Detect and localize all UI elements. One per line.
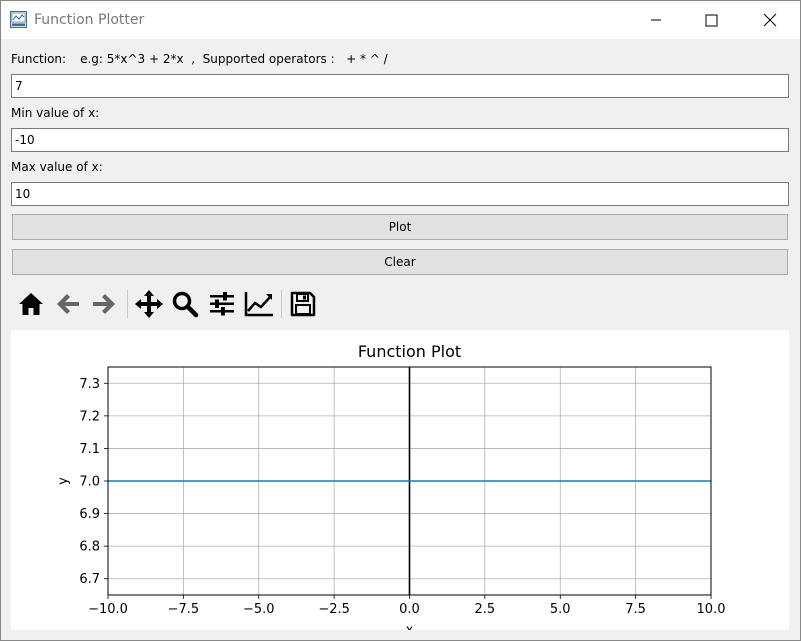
- pan-button[interactable]: [133, 288, 165, 320]
- x-tick-label: 5.0: [550, 602, 571, 617]
- clear-button[interactable]: Clear: [12, 249, 788, 275]
- max-x-input[interactable]: 10: [11, 182, 789, 206]
- minimize-button[interactable]: [627, 1, 685, 39]
- function-hint: e.g: 5*x^3 + 2*x , Supported operators :…: [80, 52, 388, 66]
- toolbar-separator: [127, 290, 128, 318]
- window-title: Function Plotter: [34, 12, 145, 28]
- y-tick-label: 7.2: [79, 409, 100, 424]
- x-tick-label: 2.5: [475, 602, 496, 617]
- minimize-icon: [651, 19, 661, 21]
- y-tick-label: 7.3: [79, 377, 100, 392]
- edit-axis-icon: [244, 292, 273, 317]
- close-button[interactable]: [741, 1, 799, 39]
- chart-title: Function Plot: [358, 342, 461, 361]
- min-x-input[interactable]: -10: [11, 128, 789, 152]
- title-bar[interactable]: Function Plotter: [1, 1, 800, 39]
- x-tick-label: 7.5: [625, 602, 646, 617]
- y-tick-label: 6.7: [79, 572, 100, 587]
- back-button[interactable]: [52, 288, 84, 320]
- navigation-toolbar: [11, 284, 316, 322]
- x-tick-label: 10.0: [697, 602, 726, 617]
- max-x-label: Max value of x:: [11, 160, 103, 174]
- y-tick-label: 7.0: [79, 475, 100, 490]
- min-x-label: Min value of x:: [11, 106, 100, 120]
- x-tick-label: −10.0: [88, 602, 128, 617]
- maximize-icon: [705, 14, 717, 26]
- close-icon: [763, 13, 777, 27]
- y-tick-label: 6.8: [79, 540, 100, 555]
- x-tick-label: −2.5: [318, 602, 350, 617]
- x-tick-label: −7.5: [168, 602, 200, 617]
- forward-button[interactable]: [88, 288, 120, 320]
- plot-canvas[interactable]: −10.0 −7.5 −5.0 −2.5 0.0 2.5 5.0 7.5 10.0 6.7 6.8 6…: [11, 330, 789, 630]
- y-axis-label: y: [56, 477, 71, 485]
- home-button[interactable]: [15, 288, 47, 320]
- home-icon: [19, 293, 43, 315]
- save-icon: [290, 291, 316, 317]
- zoom-icon: [172, 291, 199, 318]
- maximize-button[interactable]: [682, 1, 740, 39]
- y-tick-label: 6.9: [79, 507, 100, 522]
- y-tick-label: 7.1: [79, 442, 100, 457]
- configure-subplots-button[interactable]: [206, 288, 238, 320]
- plot-button[interactable]: Plot: [12, 214, 788, 240]
- save-button[interactable]: [287, 288, 319, 320]
- app-icon: [10, 11, 27, 28]
- x-axis-label: x: [406, 623, 414, 630]
- function-plotter-window: Function Plotter Function: e.g: 5*x^3 + 2…: [0, 0, 801, 641]
- function-plot-chart: −10.0 −7.5 −5.0 −2.5 0.0 2.5 5.0 7.5 10.0 6.7 6.8 6…: [56, 342, 726, 630]
- pan-icon: [135, 290, 163, 318]
- function-label-text: Function:: [11, 52, 67, 66]
- edit-axis-button[interactable]: [243, 288, 275, 320]
- function-label: Function: e.g: 5*x^3 + 2*x , Supported op…: [11, 52, 388, 66]
- forward-arrow-icon: [93, 294, 115, 314]
- toolbar-separator: [281, 290, 282, 318]
- function-input[interactable]: 7: [11, 74, 789, 98]
- zoom-button[interactable]: [169, 288, 201, 320]
- back-arrow-icon: [57, 294, 79, 314]
- configure-subplots-icon: [210, 292, 234, 316]
- x-tick-label: −5.0: [243, 602, 275, 617]
- x-tick-label: 0.0: [399, 602, 420, 617]
